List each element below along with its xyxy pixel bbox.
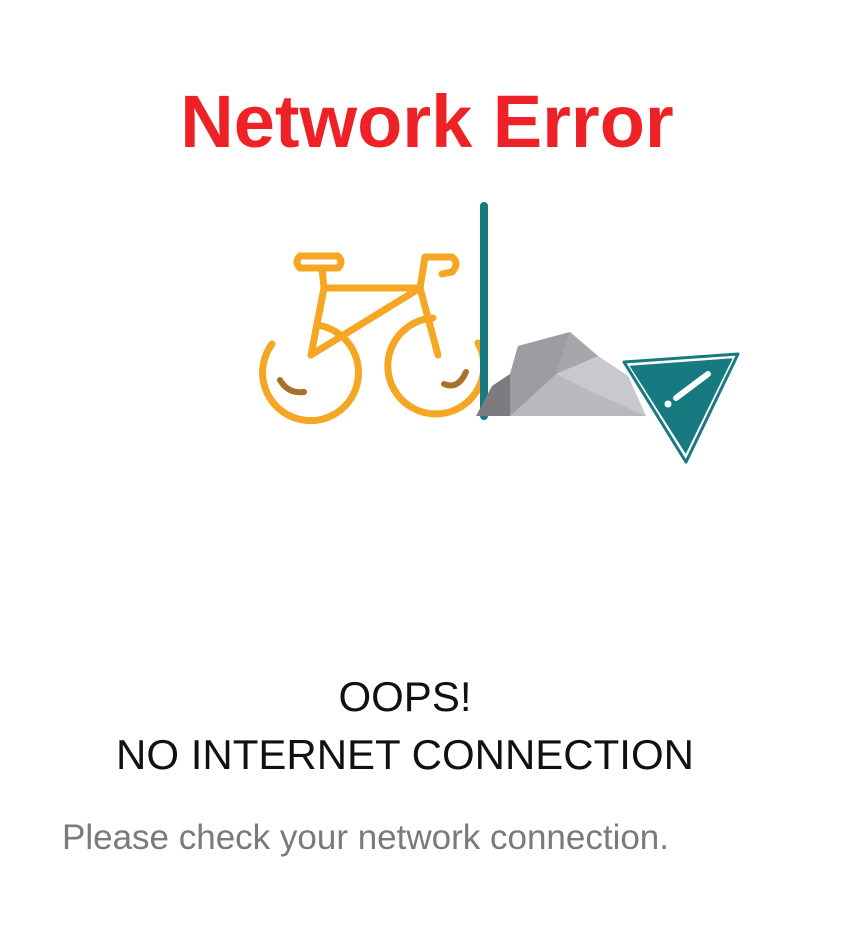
rock-icon [476,332,646,416]
bicycle-icon [259,252,488,425]
network-hint-text: Please check your network connection. [62,818,669,857]
network-error-illustration [259,202,740,464]
oops-text: OOPS! [338,673,472,720]
no-connection-message: OOPS! NO INTERNET CONNECTION [0,668,810,784]
no-internet-text: NO INTERNET CONNECTION [116,731,694,778]
network-error-title: Network Error [180,80,674,163]
